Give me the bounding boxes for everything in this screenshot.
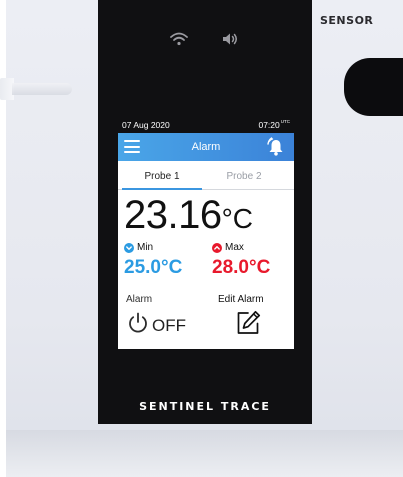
brand-label: SENSOR — [320, 14, 374, 27]
screen-reflection — [124, 273, 204, 349]
tab-probe-2[interactable]: Probe 2 — [200, 171, 288, 182]
date-text: 07 Aug 2020 — [122, 120, 170, 130]
edit-alarm-button[interactable] — [233, 308, 263, 338]
temperature-unit: °C — [221, 203, 254, 234]
max-value: 28.0°C — [212, 257, 271, 278]
chevron-up-circle-icon — [212, 242, 222, 253]
status-bar: 07 Aug 2020 07:20UTC — [118, 117, 292, 133]
edit-pencil-icon — [233, 310, 263, 342]
touch-screen: Alarm Probe 1 Probe 2 23.16°C Min Max 25… — [118, 133, 294, 349]
temperature-value: 23.16 — [124, 193, 222, 237]
alarm-bell-icon[interactable] — [266, 137, 286, 157]
tab-selected-indicator — [122, 188, 202, 190]
temperature-reading: 23.16°C — [124, 195, 253, 239]
device-photo: SENSOR 07 Aug 2020 07:20UTC Alarm Probe … — [0, 0, 403, 477]
wifi-icon — [170, 32, 188, 46]
max-label: Max — [225, 242, 244, 253]
min-header: Min — [124, 242, 153, 253]
probe-tabs: Probe 1 Probe 2 — [118, 161, 294, 190]
device-name: SENTINEL TRACE — [139, 400, 271, 413]
tab-probe-1[interactable]: Probe 1 — [118, 171, 206, 182]
cable — [12, 83, 72, 95]
min-label: Min — [137, 242, 154, 253]
device-case-bottom — [6, 430, 403, 477]
speaker-icon — [222, 32, 240, 46]
max-header: Max — [212, 242, 244, 253]
app-bar: Alarm — [118, 133, 294, 161]
time-text: 07:20UTC — [258, 119, 290, 130]
time-suffix: UTC — [280, 119, 290, 124]
time-value: 07:20 — [258, 120, 280, 130]
sensor-port — [344, 58, 403, 116]
chevron-down-circle-icon — [124, 242, 134, 253]
status-icons — [170, 32, 240, 46]
edit-alarm-label: Edit Alarm — [218, 294, 264, 305]
